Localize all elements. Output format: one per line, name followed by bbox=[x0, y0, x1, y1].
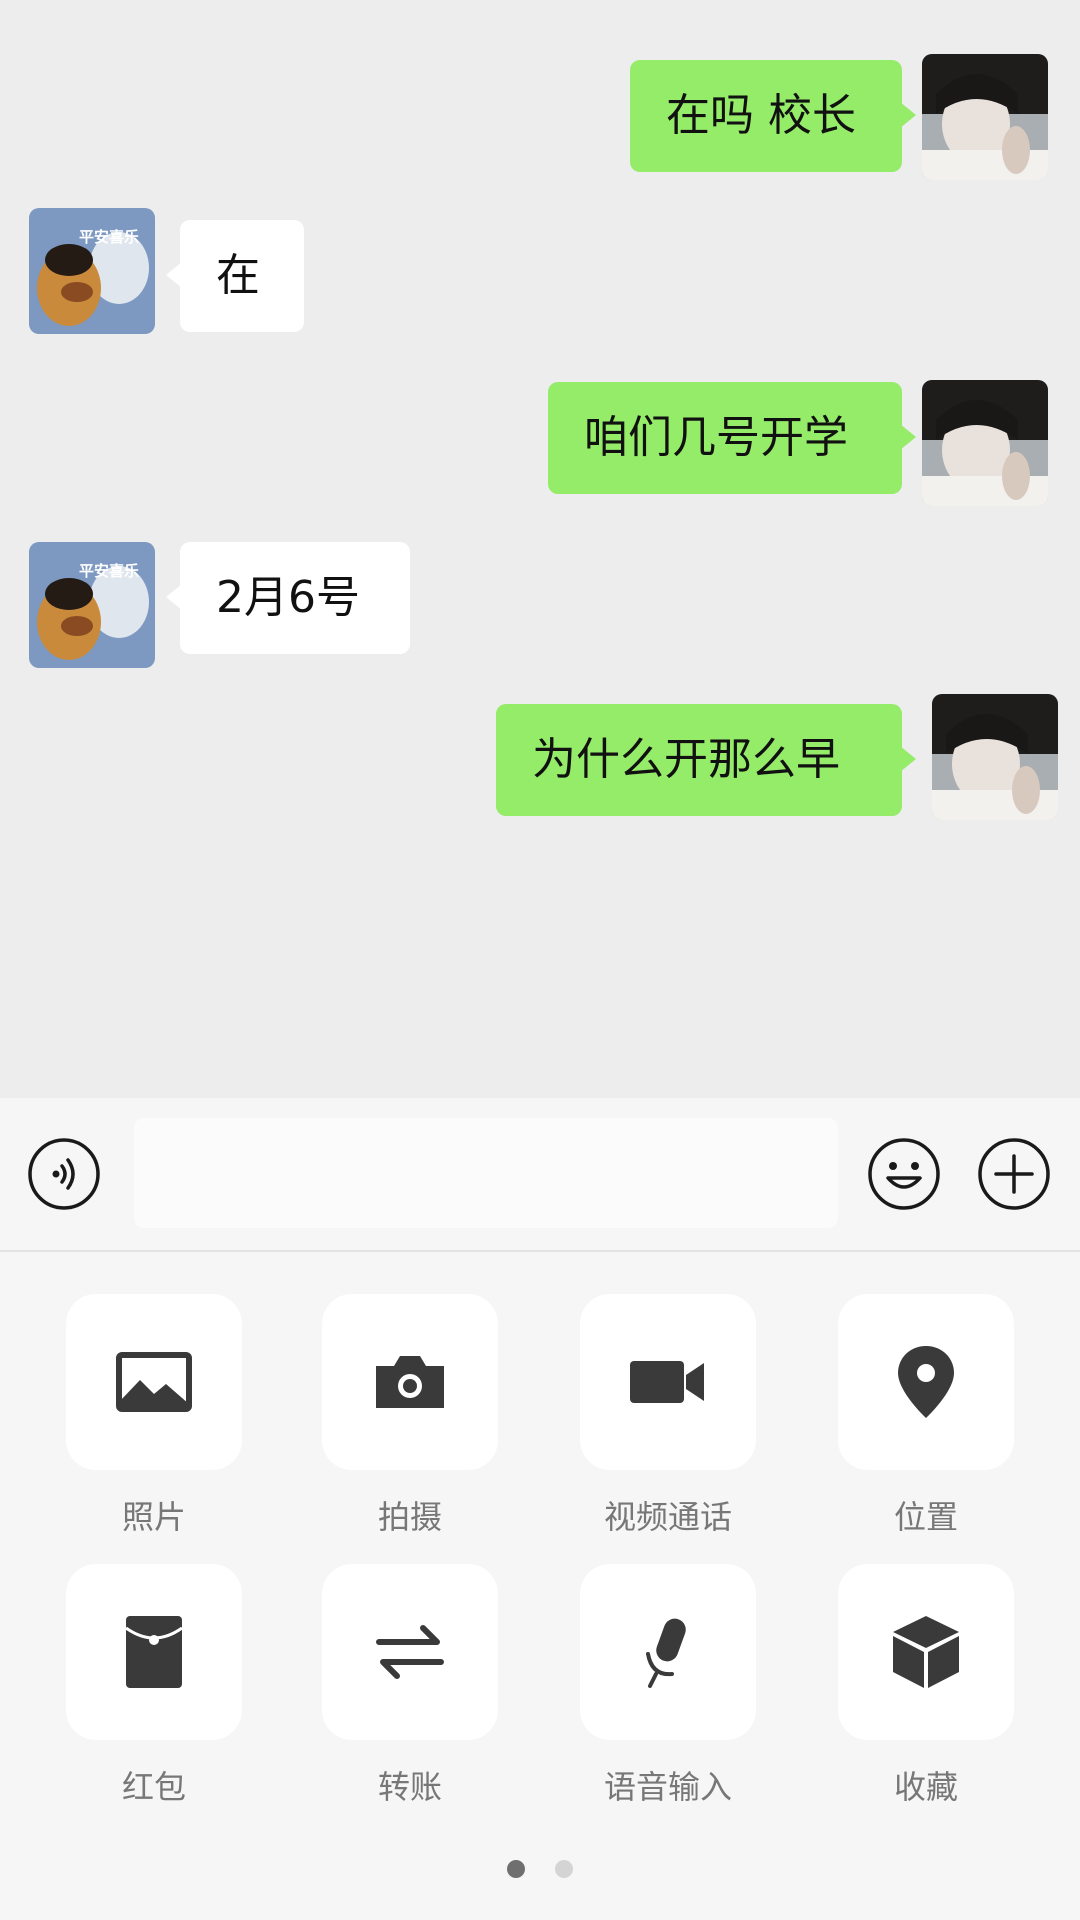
tool-photo[interactable]: 照片 bbox=[66, 1294, 242, 1538]
image-icon bbox=[116, 1352, 192, 1412]
emoji-button[interactable] bbox=[868, 1138, 940, 1210]
location-pin-icon bbox=[898, 1346, 954, 1418]
tool-label: 照片 bbox=[121, 1498, 186, 1536]
contact-avatar[interactable]: 平安喜乐 bbox=[29, 208, 155, 334]
video-camera-icon bbox=[630, 1361, 704, 1403]
tool-label: 拍摄 bbox=[377, 1498, 442, 1536]
my-avatar[interactable] bbox=[922, 380, 1048, 506]
tool-video-call[interactable]: 视频通话 bbox=[580, 1294, 756, 1538]
tool-label: 收藏 bbox=[893, 1768, 958, 1806]
more-button[interactable] bbox=[978, 1138, 1050, 1210]
tool-red-packet[interactable]: 红包 bbox=[66, 1564, 242, 1808]
microphone-icon bbox=[646, 1618, 686, 1688]
message-list[interactable]: 在吗 校长 平安喜乐 在 咱们几号开学 平安喜乐 2月6号 为什么开那么早 bbox=[0, 0, 1080, 1098]
voice-icon bbox=[28, 1138, 100, 1210]
page-indicator bbox=[0, 1860, 1080, 1880]
sticker-caption: 平安喜乐 bbox=[79, 228, 140, 246]
page-dot-active[interactable] bbox=[507, 1860, 525, 1878]
message-bubble-incoming[interactable]: 在 bbox=[166, 220, 304, 332]
message-bubble-outgoing[interactable]: 咱们几号开学 bbox=[548, 382, 916, 494]
cube-icon bbox=[893, 1616, 959, 1688]
tool-label: 位置 bbox=[893, 1498, 958, 1536]
sticker-caption: 平安喜乐 bbox=[79, 562, 140, 580]
contact-avatar[interactable]: 平安喜乐 bbox=[29, 542, 155, 668]
tool-label: 视频通话 bbox=[603, 1498, 732, 1536]
more-tools-panel: 照片 拍摄 视频通话 位置 红包 转账 语音输入 收藏 bbox=[0, 1252, 1080, 1920]
chat-screen: 在吗 校长 平安喜乐 在 咱们几号开学 平安喜乐 2月6号 为什么开那么早 照片… bbox=[0, 0, 1080, 1920]
tool-camera[interactable]: 拍摄 bbox=[322, 1294, 498, 1538]
tool-label: 红包 bbox=[121, 1768, 186, 1806]
red-packet-icon bbox=[125, 1616, 183, 1688]
message-input[interactable] bbox=[134, 1118, 838, 1228]
plus-icon bbox=[978, 1138, 1050, 1210]
tool-label: 语音输入 bbox=[603, 1768, 732, 1806]
tool-label: 转账 bbox=[377, 1768, 442, 1806]
message-bubble-outgoing[interactable]: 为什么开那么早 bbox=[496, 704, 916, 816]
message-bubble-incoming[interactable]: 2月6号 bbox=[166, 542, 410, 654]
voice-button[interactable] bbox=[28, 1138, 100, 1210]
transfer-icon bbox=[376, 1625, 444, 1679]
tool-location[interactable]: 位置 bbox=[838, 1294, 1014, 1538]
message-bubble-outgoing[interactable]: 在吗 校长 bbox=[630, 60, 916, 172]
emoji-icon bbox=[868, 1138, 940, 1210]
camera-icon bbox=[376, 1356, 444, 1408]
my-avatar[interactable] bbox=[922, 54, 1048, 180]
tool-favorites[interactable]: 收藏 bbox=[838, 1564, 1014, 1808]
tool-voice-input[interactable]: 语音输入 bbox=[580, 1564, 756, 1808]
page-dot[interactable] bbox=[555, 1860, 573, 1878]
tool-transfer[interactable]: 转账 bbox=[322, 1564, 498, 1808]
my-avatar[interactable] bbox=[932, 694, 1058, 820]
input-bar bbox=[0, 1098, 1080, 1252]
